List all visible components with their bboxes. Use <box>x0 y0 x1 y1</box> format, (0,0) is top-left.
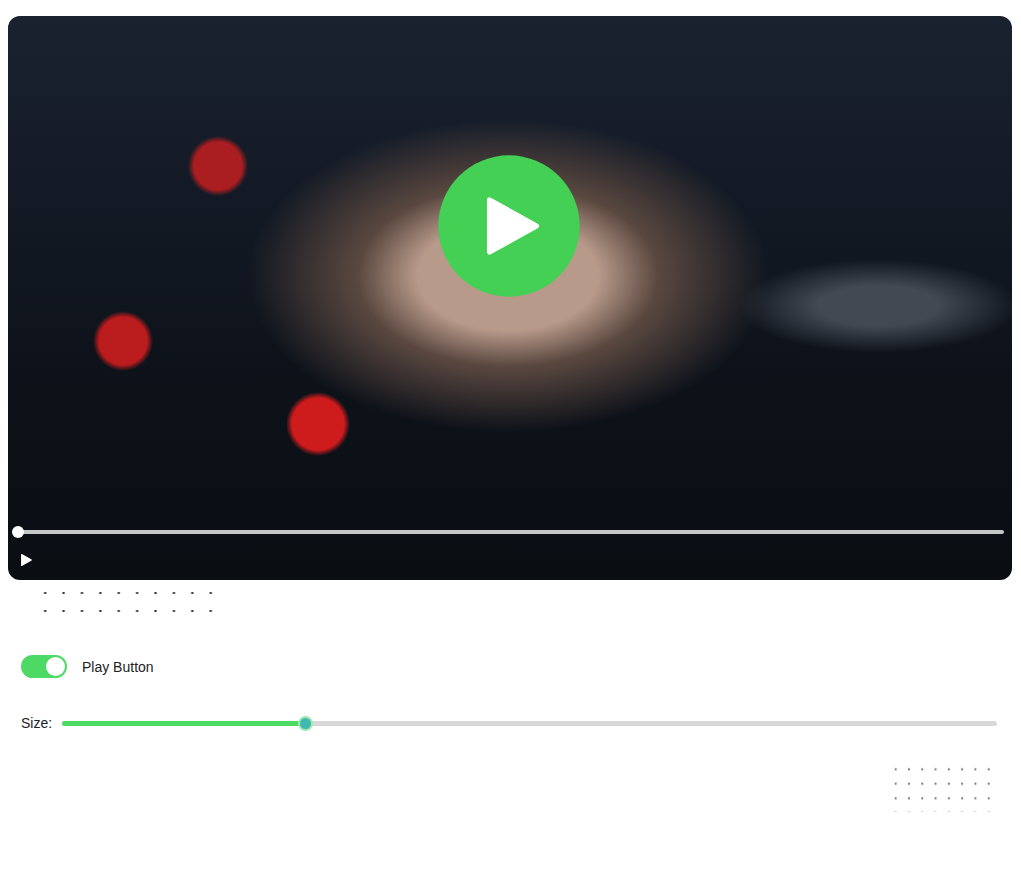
play-pause-button[interactable] <box>18 550 40 570</box>
dot-pattern <box>889 762 997 812</box>
play-button-setting: Play Button <box>21 655 1021 678</box>
size-label: Size: <box>21 715 52 731</box>
dot-pattern <box>36 584 220 620</box>
toggle-knob <box>46 657 65 676</box>
video-player[interactable] <box>8 16 1012 580</box>
progress-thumb[interactable] <box>12 526 24 538</box>
video-controls <box>8 526 1012 580</box>
progress-track[interactable] <box>18 530 1004 534</box>
play-icon <box>482 190 545 263</box>
size-fill <box>62 721 305 726</box>
size-thumb[interactable] <box>298 716 313 731</box>
play-icon <box>20 552 33 568</box>
play-button-toggle[interactable] <box>21 655 67 678</box>
size-setting: Size: <box>21 714 997 732</box>
dot-pattern-area <box>0 762 997 812</box>
progress-bar[interactable] <box>18 526 1004 538</box>
big-play-button[interactable] <box>438 155 579 296</box>
size-slider[interactable] <box>62 721 997 726</box>
play-button-label: Play Button <box>82 659 154 675</box>
